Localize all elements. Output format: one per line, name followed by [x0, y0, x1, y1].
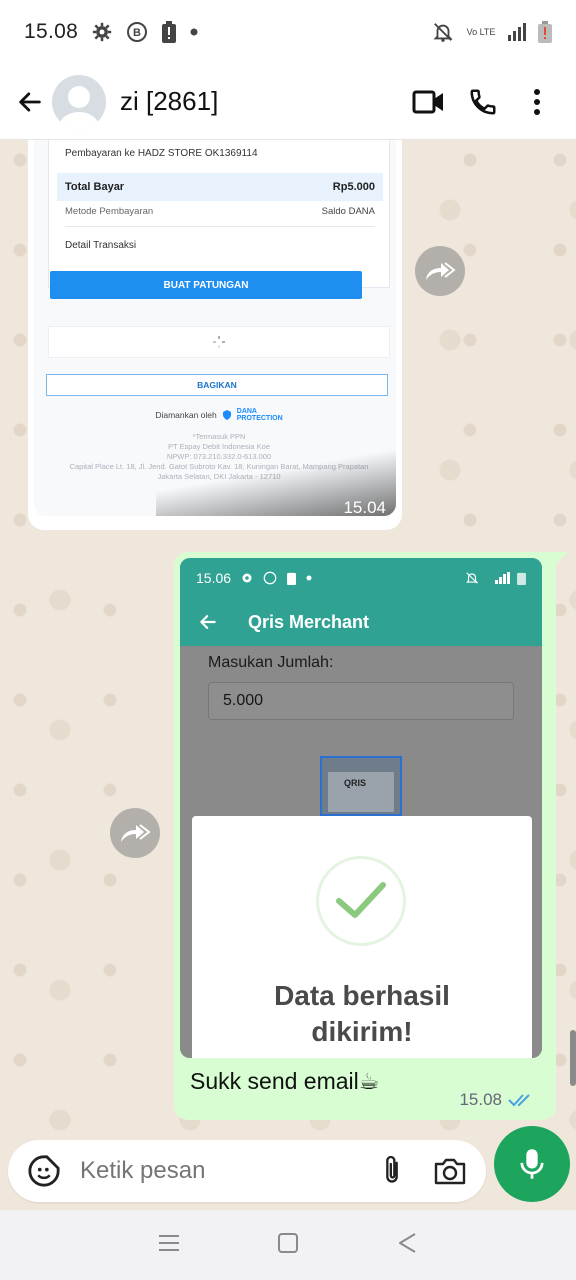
spinner-icon [213, 336, 225, 348]
chat-header: zi [2861] [0, 64, 576, 140]
battery-alert-icon [287, 572, 297, 585]
forward-button[interactable] [415, 246, 465, 296]
qris-thumbnail: QRIS [320, 756, 402, 816]
message-meta: 15.08 [459, 1090, 534, 1110]
screenshot-app-title: Qris Merchant [248, 611, 370, 632]
loading-spinner [48, 326, 390, 358]
scrollbar[interactable] [570, 1030, 576, 1086]
total-row: Total Bayar Rp5.000 [57, 173, 383, 201]
message-timestamp: 15.04 [343, 498, 386, 517]
split-bill-button: BUAT PATUNGAN [50, 271, 362, 299]
square-home-icon [277, 1232, 298, 1253]
phone-icon [470, 89, 496, 115]
arrow-left-icon [200, 615, 216, 629]
secured-label: Diamankan oleh [155, 410, 217, 420]
home-button[interactable] [277, 1232, 299, 1259]
detail-label: Detail Transaksi [65, 240, 137, 251]
b-badge-icon [263, 571, 277, 585]
system-nav-bar [0, 1210, 576, 1280]
dot-icon [190, 28, 198, 36]
camera-button[interactable] [428, 1149, 472, 1193]
payment-card: Pembayaran ke HADZ STORE OK1369114 Total… [48, 140, 390, 288]
more-options-button[interactable] [510, 75, 564, 129]
sticker-button[interactable] [22, 1149, 66, 1193]
battery-alert-icon [162, 21, 177, 43]
received-image-message[interactable]: Pembayaran ke HADZ STORE OK1369114 Total… [28, 140, 402, 530]
screenshot-time: 15.06 [196, 570, 232, 586]
qris-logo: QRIS [344, 778, 367, 788]
network-label: Vo LTE [466, 27, 496, 37]
share-button: BAGIKAN [46, 374, 388, 396]
voice-call-button[interactable] [456, 75, 510, 129]
forward-icon [426, 262, 456, 280]
screenshot-appbar: Qris Merchant [180, 598, 542, 646]
b-badge-icon: B [126, 21, 148, 43]
video-call-button[interactable] [402, 75, 456, 129]
more-vertical-icon [534, 88, 540, 115]
voice-message-button[interactable] [494, 1126, 570, 1202]
sticker-icon [28, 1155, 60, 1187]
method-label: Metode Pembayaran [65, 206, 154, 217]
chat-area[interactable]: Pembayaran ke HADZ STORE OK1369114 Total… [0, 140, 576, 1140]
message-caption: Sukk send email☕ [190, 1068, 380, 1094]
receipt-screenshot[interactable]: Pembayaran ke HADZ STORE OK1369114 Total… [34, 140, 396, 516]
dot-icon [306, 575, 312, 581]
screenshot-body: Masukan Jumlah: 5.000 QRIS Data berhasil… [180, 646, 542, 1058]
success-message: Data berhasil dikirim! [274, 980, 450, 1047]
forward-icon [121, 824, 151, 842]
avatar[interactable] [52, 74, 106, 129]
method-value: Saldo DANA [321, 206, 375, 217]
triangle-back-icon [398, 1232, 416, 1253]
amount-label: Masukan Jumlah: [208, 654, 334, 671]
battery-icon [517, 572, 526, 585]
paperclip-icon [386, 1155, 398, 1183]
success-dialog: Data berhasil dikirim! [192, 816, 532, 1058]
amount-field: 5.000 [208, 682, 514, 720]
menu-lines-icon [159, 1234, 180, 1251]
settings-gear-icon [92, 22, 112, 42]
checkmark-icon [336, 882, 386, 918]
method-row: Metode Pembayaran Saldo DANA [65, 206, 375, 217]
video-camera-icon [412, 90, 443, 113]
mute-bell-icon [432, 21, 454, 43]
total-value: Rp5.000 [332, 181, 375, 193]
recent-apps-button[interactable] [158, 1234, 180, 1257]
signal-icon [495, 572, 510, 584]
status-time: 15.08 [24, 20, 79, 43]
merchant-text: Pembayaran ke HADZ STORE OK1369114 [65, 148, 258, 159]
screenshot-status-bar: 15.06 [180, 558, 542, 598]
contact-name[interactable]: zi [2861] [120, 86, 402, 117]
forward-button[interactable] [110, 808, 160, 858]
arrow-left-icon [19, 91, 41, 112]
back-nav-button[interactable] [396, 1231, 418, 1260]
total-label: Total Bayar [65, 181, 125, 193]
settings-gear-icon [242, 573, 252, 583]
battery-low-icon [538, 21, 552, 43]
divider [65, 226, 375, 227]
message-timestamp: 15.08 [459, 1090, 502, 1109]
double-check-read-icon [508, 1094, 530, 1107]
dana-protection-logo: DANA PROTECTION [236, 408, 283, 422]
secured-by: Diamankan oleh DANA PROTECTION [34, 408, 396, 422]
app-screenshot[interactable]: 15.06 Qris Merchant Masukan Jumlah: 5.00… [180, 558, 542, 1058]
svg-text:B: B [133, 27, 141, 39]
message-placeholder: Ketik pesan [80, 1157, 206, 1184]
status-bar: 15.08 B Vo LTE [0, 0, 576, 64]
sent-image-message[interactable]: 15.06 Qris Merchant Masukan Jumlah: 5.00… [174, 552, 568, 1120]
back-button[interactable] [12, 82, 48, 122]
camera-icon [434, 1158, 466, 1185]
microphone-icon [520, 1149, 544, 1179]
attach-button[interactable] [370, 1149, 414, 1193]
message-input[interactable]: Ketik pesan [8, 1140, 486, 1202]
signal-icon [508, 23, 528, 41]
success-check [316, 856, 406, 946]
compose-bar: Ketik pesan [0, 1126, 576, 1210]
shield-icon [222, 410, 231, 420]
mute-bell-icon [465, 572, 479, 584]
